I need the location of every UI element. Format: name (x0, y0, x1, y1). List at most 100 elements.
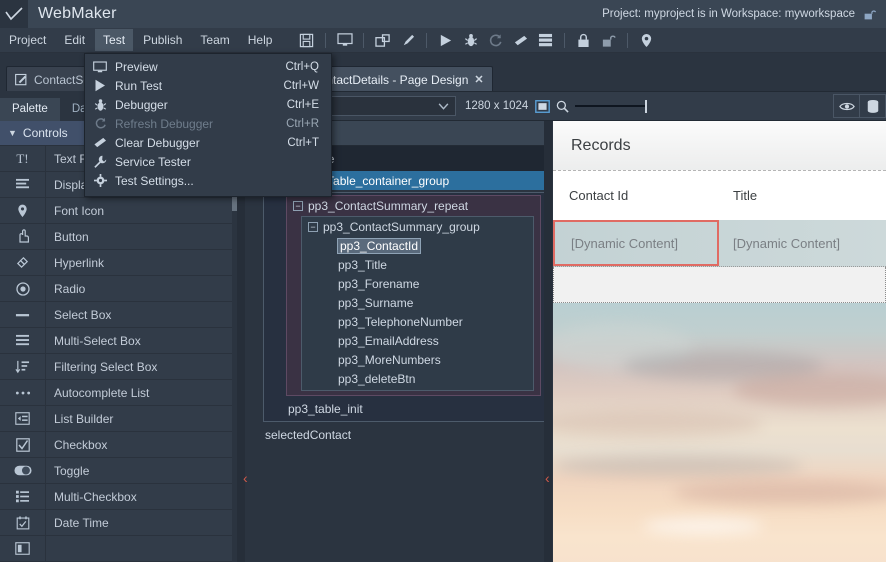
list-button[interactable] (534, 30, 557, 51)
menu-item-label: Refresh Debugger (115, 116, 214, 131)
palette-item-toggle[interactable]: Toggle (0, 458, 237, 484)
cloud-shape (643, 518, 763, 534)
menu-help[interactable]: Help (240, 29, 281, 51)
tree-node-field[interactable]: pp3_Surname (302, 293, 533, 312)
menu-item-service-tester[interactable]: Service Tester (85, 152, 331, 171)
tree-node-field[interactable]: pp3_Forename (302, 274, 533, 293)
menu-item-clear-debugger[interactable]: Clear Debugger Ctrl+T (85, 133, 331, 152)
palette-item-label: Font Icon (54, 203, 105, 218)
palette-item-partial[interactable] (0, 536, 237, 562)
records-header: Records (553, 121, 886, 171)
menu-item-shortcut: Ctrl+T (287, 136, 319, 149)
palette-item-filtering-select-box[interactable]: Filtering Select Box (0, 354, 237, 380)
tab-palette[interactable]: Palette (0, 98, 60, 121)
main-toolbar (295, 30, 658, 51)
tab-close-icon[interactable]: ✕ (474, 73, 483, 86)
multi-select-icon (0, 328, 46, 353)
toolbar-separator (363, 32, 365, 48)
screen-size-button[interactable] (535, 99, 551, 113)
tree-node-repeat[interactable]: − pp3_ContactSummary_repeat (287, 196, 540, 215)
palette-item-label: Autocomplete List (54, 385, 150, 400)
eraser-icon (515, 35, 528, 45)
table-row[interactable]: [Dynamic Content] [Dynamic Content] (553, 220, 886, 267)
menu-edit[interactable]: Edit (56, 29, 93, 51)
collapse-left-panel-icon[interactable]: ‹ (243, 471, 248, 485)
panel-divider-right[interactable] (544, 121, 552, 562)
webmaker-window: WebMaker Project: myproject is in Worksp… (0, 0, 886, 562)
palette-item-button[interactable]: Button (0, 224, 237, 250)
tree-node-selected-contact[interactable]: selectedContact (253, 425, 552, 444)
palette-item-font-icon[interactable]: Font Icon (0, 198, 237, 224)
unlock-button[interactable] (597, 30, 620, 51)
eraser-button[interactable] (509, 30, 532, 51)
menu-item-label: Test Settings... (115, 173, 194, 188)
tree-node-repeat-box: − pp3_ContactSummary_repeat − pp3_Contac… (286, 195, 541, 396)
palette-item-list-builder[interactable]: List Builder (0, 406, 237, 432)
tree-node-label-selected: pp3_ContactId (336, 237, 422, 254)
tree-node-field[interactable]: pp3_EmailAddress (302, 331, 533, 350)
palette-item-select-box[interactable]: Select Box (0, 302, 237, 328)
tab-label: ContactDetails - Page Design (310, 72, 469, 87)
zoom-slider-track (575, 105, 648, 107)
paintbrush-button[interactable] (396, 30, 419, 51)
menu-project[interactable]: Project (1, 29, 54, 51)
preview-button[interactable] (333, 30, 356, 51)
cell-contact-id-selected[interactable]: [Dynamic Content] (553, 220, 719, 266)
menu-publish[interactable]: Publish (135, 29, 190, 51)
palette-item-checkbox[interactable]: Checkbox (0, 432, 237, 458)
tree-node-field[interactable]: pp3_ContactId (302, 236, 533, 255)
preview-eye-button[interactable] (833, 94, 860, 118)
refresh-button[interactable] (484, 30, 507, 51)
list-builder-icon (0, 406, 46, 431)
test-menu-dropdown[interactable]: Preview Ctrl+Q Run Test Ctrl+W Debugger … (84, 53, 332, 197)
debug-button[interactable] (459, 30, 482, 51)
lock-closed-icon (578, 33, 590, 47)
database-button[interactable] (859, 94, 886, 118)
palette-item-date-time[interactable]: Date Time (0, 510, 237, 536)
radio-button-icon (0, 276, 46, 301)
menu-item-test-settings[interactable]: Test Settings... (85, 171, 331, 190)
tree-node-field[interactable]: pp3_TelephoneNumber (302, 312, 533, 331)
design-canvas[interactable]: Records Contact Id Title [Dynamic Conten… (553, 121, 886, 562)
palette-item-label: Multi-Checkbox (54, 489, 137, 504)
zoom-magnifier[interactable] (556, 100, 569, 113)
collapse-twisty-icon[interactable]: − (293, 200, 303, 211)
tree-node-field[interactable]: pp3_Title (302, 255, 533, 274)
calendar-icon (0, 510, 46, 535)
button-click-icon (0, 224, 46, 249)
lock-button[interactable] (572, 30, 595, 51)
zoom-slider-thumb[interactable] (645, 100, 648, 113)
select-box-icon (0, 302, 46, 327)
menu-item-shortcut: Ctrl+Q (285, 60, 319, 73)
tree-node-field[interactable]: pp3_MoreNumbers (302, 350, 533, 369)
menu-test[interactable]: Test (95, 29, 134, 51)
collapse-twisty-icon[interactable]: − (308, 221, 318, 232)
monitor-icon (85, 60, 115, 73)
refresh-icon (490, 33, 502, 46)
tree-node-table-init[interactable]: pp3_table_init (264, 399, 545, 418)
unlock-icon[interactable] (863, 8, 876, 21)
location-button[interactable] (635, 30, 658, 51)
palette-item-multi-checkbox[interactable]: Multi-Checkbox (0, 484, 237, 510)
duplicate-button[interactable] (371, 30, 394, 51)
palette-item-autocomplete-list[interactable]: Autocomplete List (0, 380, 237, 406)
cell-title[interactable]: [Dynamic Content] (719, 220, 840, 266)
tree-node-field[interactable]: pp3_deleteBtn (302, 369, 533, 388)
palette-item-label (46, 536, 237, 561)
menu-item-shortcut: Ctrl+R (286, 117, 319, 130)
palette-item-radio[interactable]: Radio (0, 276, 237, 302)
menu-item-preview[interactable]: Preview Ctrl+Q (85, 57, 331, 76)
tree-node-label: pp3_Surname (338, 295, 414, 310)
menu-item-debugger[interactable]: Debugger Ctrl+E (85, 95, 331, 114)
collapse-right-panel-icon[interactable]: ‹ (545, 471, 550, 485)
menu-team[interactable]: Team (192, 29, 237, 51)
menu-item-refresh-debugger: Refresh Debugger Ctrl+R (85, 114, 331, 133)
save-button[interactable] (295, 30, 318, 51)
tree-node-group[interactable]: − pp3_ContactSummary_group (302, 217, 533, 236)
palette-item-hyperlink[interactable]: Hyperlink (0, 250, 237, 276)
column-header-contact-id: Contact Id (569, 187, 629, 203)
palette-item-multi-select-box[interactable]: Multi-Select Box (0, 328, 237, 354)
zoom-slider[interactable] (575, 100, 655, 113)
run-button[interactable] (434, 30, 457, 51)
menu-item-run-test[interactable]: Run Test Ctrl+W (85, 76, 331, 95)
